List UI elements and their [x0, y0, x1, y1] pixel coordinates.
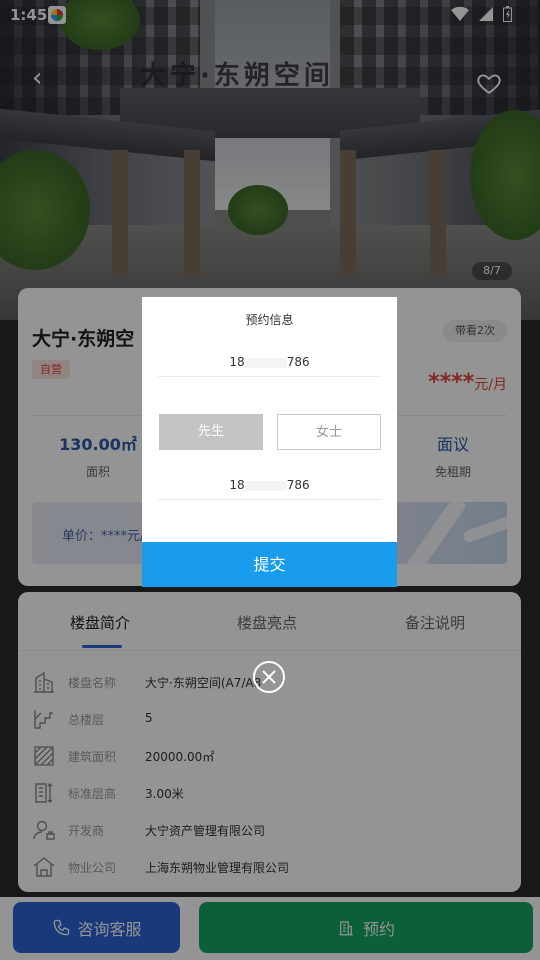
masked-digits: [244, 357, 287, 368]
gender-female-button[interactable]: 女士: [277, 414, 381, 450]
phone-prefix: 18: [229, 478, 245, 492]
phone-prefix: 18: [229, 355, 245, 369]
phone-field[interactable]: 18 786: [158, 347, 381, 377]
submit-button[interactable]: 提交: [142, 542, 397, 587]
phone-suffix: 786: [286, 355, 310, 369]
masked-digits: [244, 480, 287, 491]
contact-field[interactable]: 18 786: [158, 470, 381, 500]
booking-modal: 预约信息 18 786 先生 女士 18 786 提交: [142, 297, 397, 587]
gender-male-button[interactable]: 先生: [159, 414, 263, 450]
phone-suffix: 786: [286, 478, 310, 492]
close-icon[interactable]: [252, 660, 286, 694]
modal-title: 预约信息: [245, 313, 294, 327]
